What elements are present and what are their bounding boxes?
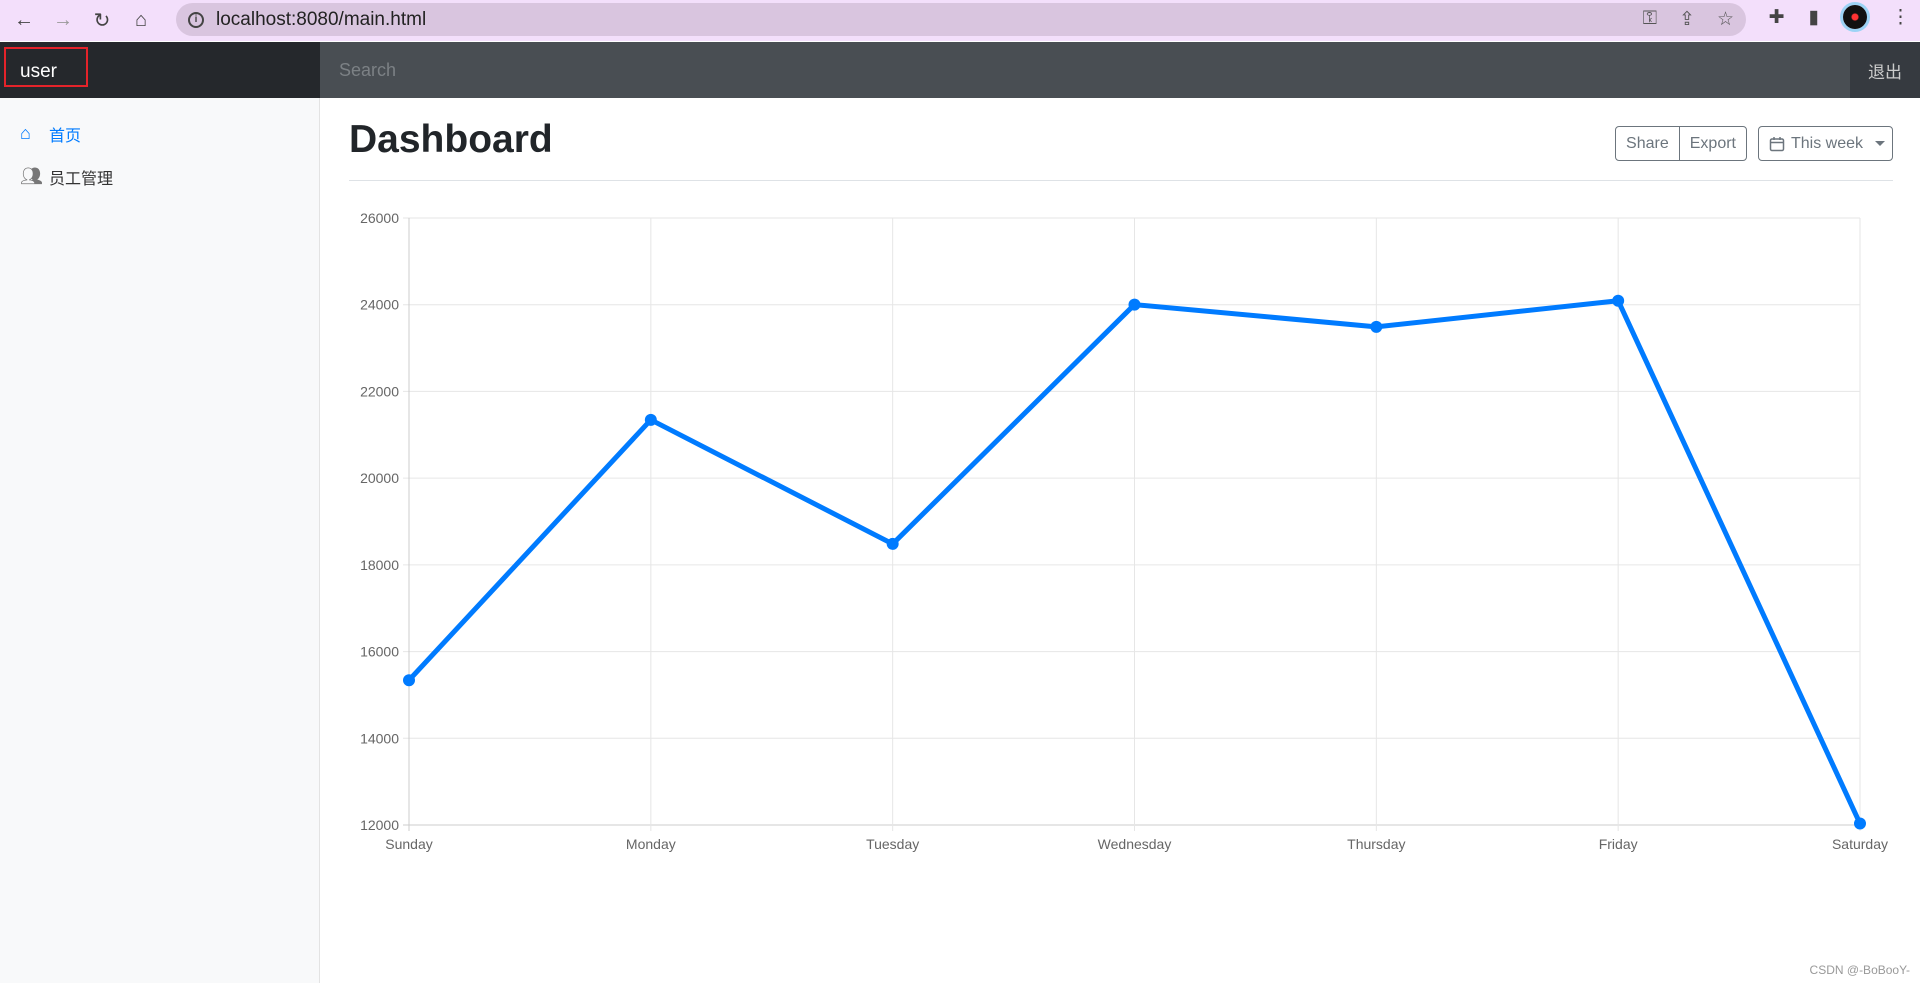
info-icon[interactable]: i [188, 11, 204, 28]
url-text[interactable]: localhost:8080/main.html [216, 9, 426, 31]
home-icon[interactable]: ⌂ [126, 6, 156, 36]
period-label: This week [1791, 134, 1864, 152]
sidebar-item-label: 员工管理 [49, 170, 114, 188]
y-tick-label: 12000 [360, 817, 399, 833]
x-tick-label: Wednesday [1098, 836, 1172, 852]
share-button[interactable]: Share [1616, 127, 1679, 160]
data-point [1128, 298, 1141, 311]
y-tick-label: 16000 [360, 644, 399, 660]
y-tick-label: 18000 [360, 557, 399, 573]
x-tick-label: Tuesday [866, 836, 919, 852]
export-button[interactable]: Export [1678, 127, 1746, 160]
y-tick-label: 22000 [360, 383, 399, 399]
y-tick-label: 24000 [360, 297, 399, 313]
brand-label[interactable]: user [4, 47, 88, 87]
divider [349, 180, 1893, 181]
users-icon: 👥︎ [20, 166, 43, 186]
x-tick-label: Saturday [1832, 836, 1888, 852]
sidebar-item-home[interactable]: ⌂ 首页 [0, 112, 319, 155]
forward-icon[interactable]: → [48, 6, 78, 36]
line-chart: 12000 14000 16000 18000 20000 22000 24000 26000… [360, 210, 1888, 852]
brand[interactable]: user [0, 42, 320, 98]
menu-icon[interactable]: ⋮ [1891, 6, 1910, 29]
page-title: Dashboard [349, 118, 553, 161]
x-tick-label: Sunday [385, 836, 432, 852]
watermark: CSDN @-BoBooY- [1809, 963, 1910, 977]
y-tick-label: 26000 [360, 210, 399, 226]
sidebar-item-label: 首页 [49, 127, 82, 145]
star-icon[interactable]: ☆ [1717, 8, 1734, 31]
data-point [644, 413, 657, 426]
share-icon[interactable]: ⇪ [1679, 8, 1695, 31]
calendar-icon [1769, 136, 1785, 151]
sidepanel-icon[interactable]: ▮ [1809, 6, 1819, 29]
sidebar-item-employees[interactable]: 👥︎ 员工管理 [0, 155, 319, 198]
browser-toolbar: ← → ↻ ⌂ i localhost:8080/main.html ⚿ ⇪ ☆ ✚… [0, 0, 1920, 41]
top-navbar: user Search 退出 [0, 42, 1920, 98]
button-group: Share Export [1615, 126, 1747, 161]
reload-icon[interactable]: ↻ [87, 6, 117, 36]
key-icon[interactable]: ⚿ [1643, 8, 1657, 31]
x-tick-label: Thursday [1347, 836, 1405, 852]
sidebar: ⌂ 首页 👥︎ 员工管理 [0, 98, 320, 983]
data-point [886, 537, 899, 550]
avatar[interactable] [1843, 5, 1867, 29]
data-point [1370, 320, 1383, 333]
data-point [1854, 817, 1866, 830]
x-tick-label: Monday [626, 836, 676, 852]
caret-down-icon [1875, 141, 1886, 146]
back-icon[interactable]: ← [9, 6, 39, 36]
extensions-icon[interactable]: ✚ [1769, 6, 1785, 29]
data-point [403, 674, 415, 687]
search-input[interactable]: Search [339, 60, 396, 81]
period-dropdown[interactable]: This week [1758, 126, 1893, 161]
data-point [1612, 294, 1625, 307]
address-bar[interactable]: i localhost:8080/main.html ⚿ ⇪ ☆ [176, 3, 1746, 36]
home-icon: ⌂ [20, 123, 31, 143]
x-tick-label: Friday [1599, 836, 1638, 852]
y-tick-label: 20000 [360, 470, 399, 486]
y-tick-label: 14000 [360, 730, 399, 746]
logout-link[interactable]: 退出 [1850, 42, 1920, 98]
